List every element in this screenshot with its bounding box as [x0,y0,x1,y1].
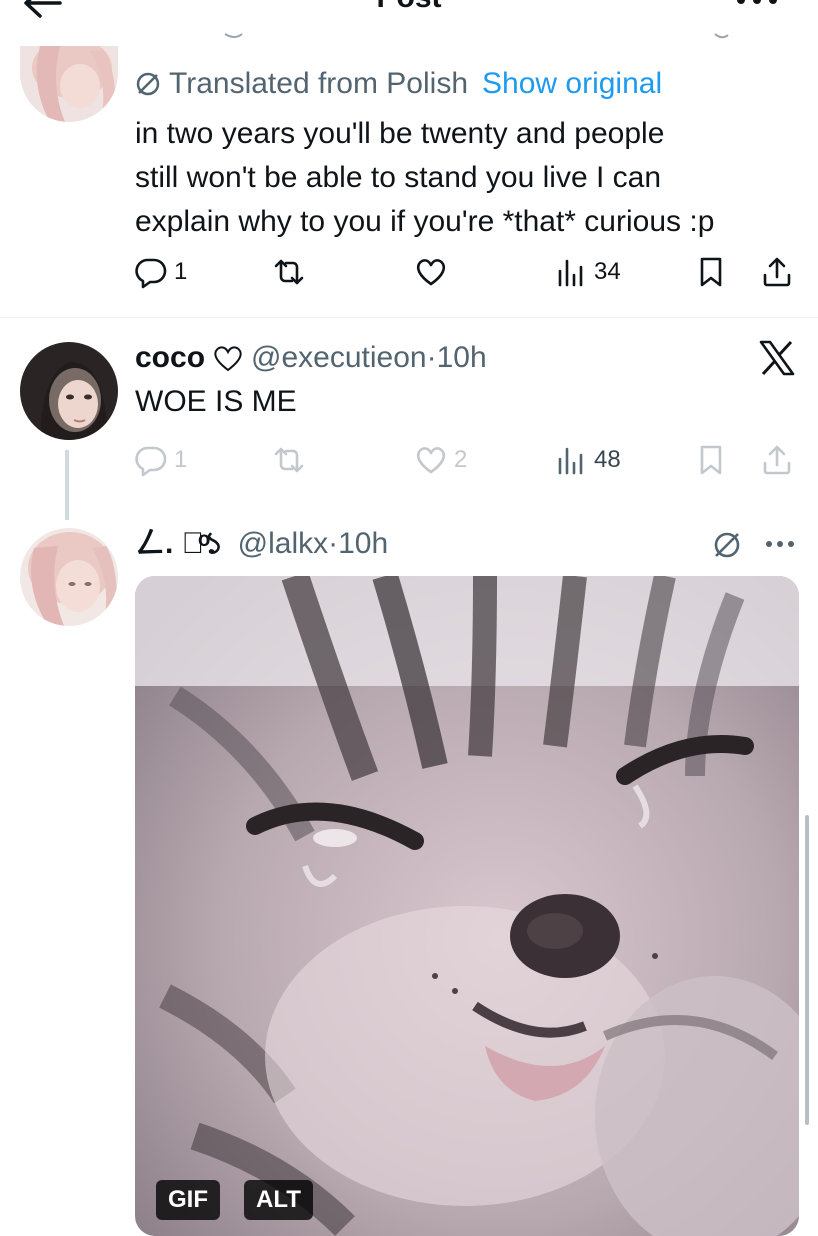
share-icon [763,257,791,287]
scrollbar[interactable] [805,815,809,1125]
like-icon [416,259,446,286]
handle[interactable]: @lalkx [238,524,328,564]
timestamp[interactable]: 10h [338,524,388,564]
avatar[interactable] [20,528,118,626]
x-logo-icon [758,340,796,376]
translate-icon[interactable] [712,530,742,560]
views-button[interactable]: 48 [554,443,621,477]
reply-button[interactable]: 1 [134,255,187,289]
views-icon [558,259,583,287]
reply-count: 1 [174,258,188,285]
tweet-actions: 1 2 48 [130,440,810,480]
bookmark-button[interactable] [694,443,728,477]
tweet-header: coco @executieon · 10h [135,338,487,378]
translated-label: Translated from Polish [169,67,469,100]
share-button[interactable] [760,443,794,477]
views-button[interactable]: 34 [554,255,621,289]
views-count: 48 [594,446,621,473]
reply-icon [135,446,167,477]
views-count: 34 [594,258,621,285]
separator-dot: · [426,341,437,374]
repost-button[interactable] [272,443,306,477]
views-icon [558,447,583,475]
thread-connector [65,450,69,520]
bookmark-icon [700,445,722,475]
tweet-header: ㄥ. ⠐ͦ১ @lalkx · 10h [135,524,388,564]
avatar[interactable] [20,342,118,440]
bookmark-button[interactable] [694,255,728,289]
heart-emoji-icon [213,344,243,372]
display-name[interactable]: coco [135,338,205,378]
handle[interactable]: @executieon [251,338,427,378]
more-icon[interactable] [764,538,796,550]
share-button[interactable] [760,255,794,289]
avatar[interactable] [20,46,118,122]
like-button[interactable] [414,255,448,289]
repost-icon [274,447,304,473]
separator-dot: · [328,527,339,560]
display-name[interactable]: ㄥ. ⠐ͦ১ [135,524,224,564]
alt-badge[interactable]: ALT [244,1180,313,1220]
divider [0,317,818,318]
gif-badge: GIF [156,1180,220,1220]
page-title: Post [0,0,818,18]
translate-icon [135,71,161,97]
reply-button[interactable]: 1 [134,443,187,477]
share-icon [763,445,791,475]
tweet-text: in two years you'll be twenty and people… [135,117,715,238]
repost-icon [274,259,304,285]
bookmark-icon [700,257,722,287]
tweet-text: WOE IS ME [135,385,297,418]
media-gif[interactable] [135,576,799,1236]
tweet-actions: 1 34 [130,252,810,292]
timestamp[interactable]: 10h [437,338,487,378]
cut-off-header-line [130,32,750,46]
repost-button[interactable] [272,255,306,289]
like-icon [416,447,446,474]
like-count: 2 [454,446,468,473]
show-original-link[interactable]: Show original [482,64,662,104]
reply-count: 1 [174,446,188,473]
like-button[interactable]: 2 [414,443,467,477]
more-icon[interactable] [735,0,779,12]
translation-notice: Translated from Polish Show original [135,64,662,104]
reply-icon [135,258,167,289]
